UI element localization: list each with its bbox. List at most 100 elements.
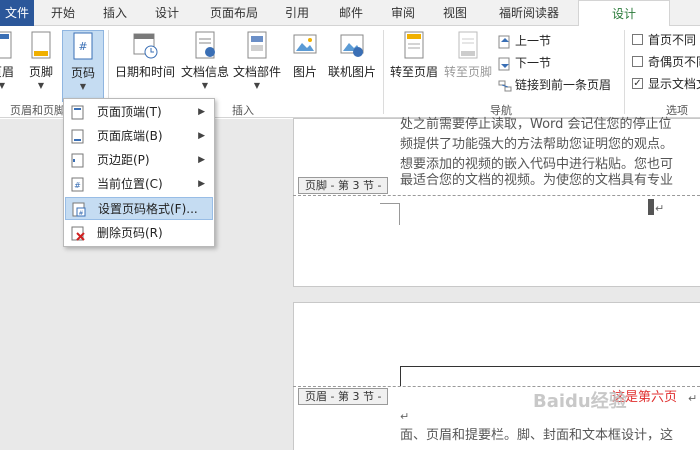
menu-item-label: 设置页码格式(F)... xyxy=(98,202,198,216)
page-number-button[interactable]: # 页码 ▼ xyxy=(62,30,104,102)
picture-icon xyxy=(293,34,317,54)
prev-section-button[interactable]: 上一节 xyxy=(498,31,551,51)
menu-item-label: 页面顶端(T) xyxy=(97,105,162,119)
calendar-clock-icon xyxy=(133,33,158,59)
menu-item-label: 页边距(P) xyxy=(97,153,150,167)
next-section-label: 下一节 xyxy=(515,56,552,70)
tab-mailings[interactable]: 邮件 xyxy=(328,0,374,26)
picture-button-label: 图片 xyxy=(292,65,317,79)
page-number-button-label: 页码 xyxy=(70,66,95,80)
tab-review[interactable]: 审阅 xyxy=(380,0,426,26)
doc-info-button-label: 文档信息 xyxy=(180,65,229,79)
page-number-icon: # xyxy=(73,32,93,60)
goto-footer-button-label: 转至页脚 xyxy=(443,65,492,79)
link-to-previous-label: 链接到前一条页眉 xyxy=(515,78,612,92)
goto-header-button-label: 转至页眉 xyxy=(389,65,438,79)
goto-header-icon xyxy=(404,31,424,59)
link-to-previous-button[interactable]: 链接到前一条页眉 xyxy=(498,75,611,95)
page-number-menu: 页面顶端(T) ▶ 页面底端(B) ▶ 页边距(P) ▶ # 当前位置(C) ▶… xyxy=(63,98,215,247)
menu-item-remove-page-numbers[interactable]: 删除页码(R) xyxy=(65,222,213,245)
doc-parts-icon xyxy=(247,31,267,59)
page-top-icon xyxy=(71,105,84,120)
menu-item-format-page-numbers[interactable]: # 设置页码格式(F)... xyxy=(65,197,213,220)
paragraph-mark-icon: ↵ xyxy=(688,392,698,405)
tab-page-layout[interactable]: 页面布局 xyxy=(196,0,272,26)
menu-item-bottom-of-page[interactable]: 页面底端(B) ▶ xyxy=(65,125,213,148)
format-page-number-icon: # xyxy=(72,202,86,217)
current-position-icon: # xyxy=(71,177,84,192)
footer-button-label: 页脚 xyxy=(28,65,53,79)
margin-corner-mark xyxy=(380,203,400,225)
show-doc-text-checkbox[interactable]: ✓ 显示文档文字 xyxy=(632,75,700,93)
tab-file[interactable]: 文件 xyxy=(0,0,34,26)
footer-boundary-line xyxy=(293,195,700,196)
header-button[interactable]: 页眉 ▼ xyxy=(0,30,18,98)
paragraph-mark-icon: ↵ xyxy=(400,410,410,423)
menu-item-top-of-page[interactable]: 页面顶端(T) ▶ xyxy=(65,101,213,124)
first-page-different-label: 首页不同 xyxy=(648,33,697,47)
chevron-right-icon: ▶ xyxy=(198,131,205,141)
link-icon xyxy=(498,80,512,91)
menu-item-label: 页面底端(B) xyxy=(97,129,163,143)
body-text-line: 频提供了功能强大的方法帮助您证明您的观点。 xyxy=(400,137,674,152)
footer-icon xyxy=(31,31,51,59)
next-section-button[interactable]: 下一节 xyxy=(498,53,551,73)
page-bottom-icon xyxy=(71,129,84,144)
chevron-down-icon: ▼ xyxy=(79,82,87,91)
tab-foxit-reader[interactable]: 福昕阅读器 xyxy=(484,0,574,26)
text-cursor xyxy=(648,199,654,215)
checkbox-box xyxy=(632,34,643,45)
show-doc-text-label: 显示文档文字 xyxy=(648,77,700,91)
chevron-right-icon: ▶ xyxy=(198,155,205,165)
prev-section-icon xyxy=(498,35,510,48)
first-page-different-checkbox[interactable]: 首页不同 xyxy=(632,31,696,49)
footer-button[interactable]: 页脚 ▼ xyxy=(24,30,58,98)
page-margin-icon xyxy=(71,153,84,168)
menu-item-page-margins[interactable]: 页边距(P) ▶ xyxy=(65,149,213,172)
tab-home[interactable]: 开始 xyxy=(40,0,86,26)
checkbox-box xyxy=(632,56,643,67)
chevron-down-icon: ▼ xyxy=(37,81,45,90)
chevron-down-icon: ▼ xyxy=(0,81,6,90)
svg-text:#: # xyxy=(78,210,83,217)
header-margin-mark xyxy=(400,366,700,386)
menu-item-label: 删除页码(R) xyxy=(97,226,163,240)
chevron-right-icon: ▶ xyxy=(198,107,205,117)
header-button-label: 页眉 xyxy=(0,65,14,79)
doc-info-button[interactable]: 文档信息 ▼ xyxy=(180,30,230,98)
tab-references[interactable]: 引用 xyxy=(274,0,320,26)
ribbon-tab-bar: 文件 开始 插入 设计 页面布局 引用 邮件 审阅 视图 福昕阅读器 设计 xyxy=(0,0,700,27)
tab-header-footer-design[interactable]: 设计 xyxy=(578,0,670,27)
date-time-button[interactable]: 日期和时间 xyxy=(112,30,178,98)
odd-even-different-label: 奇偶页不同 xyxy=(648,55,700,69)
checkmark-icon: ✓ xyxy=(632,78,643,89)
doc-parts-button-label: 文档部件 xyxy=(232,65,281,79)
group-label-header-footer: 页眉和页脚 xyxy=(10,104,65,117)
paragraph-mark-icon: ↵ xyxy=(655,202,665,215)
goto-header-button[interactable]: 转至页眉 xyxy=(388,30,440,98)
odd-even-different-checkbox[interactable]: 奇偶页不同 xyxy=(632,53,700,71)
prev-section-label: 上一节 xyxy=(515,34,552,48)
tab-insert[interactable]: 插入 xyxy=(92,0,138,26)
body-text-line: 最适合您的文档的视频。为使您的文档具有专业 xyxy=(400,173,674,188)
header-section-tag: 页眉 - 第 3 节 - xyxy=(298,388,389,405)
body-text-line: 处之前需要停止读取，Word 会记住您的停止位 xyxy=(400,117,672,132)
next-section-icon xyxy=(498,57,510,70)
online-picture-button[interactable]: 联机图片 xyxy=(326,30,378,98)
svg-text:#: # xyxy=(74,181,81,190)
menu-item-current-position[interactable]: # 当前位置(C) ▶ xyxy=(65,173,213,196)
goto-footer-icon xyxy=(458,31,478,59)
goto-footer-button[interactable]: 转至页脚 xyxy=(442,30,494,98)
picture-button[interactable]: 图片 xyxy=(288,30,322,98)
tab-design[interactable]: 设计 xyxy=(144,0,190,26)
watermark-logo: Baidu经验 xyxy=(533,391,627,412)
remove-page-number-icon xyxy=(71,226,85,241)
tab-view[interactable]: 视图 xyxy=(432,0,478,26)
footer-section-tag: 页脚 - 第 3 节 - xyxy=(298,177,389,194)
body-text-line: 面、页眉和提要栏。脚、封面和文本框设计，这 xyxy=(400,428,674,443)
doc-parts-button[interactable]: 文档部件 ▼ xyxy=(232,30,282,98)
ribbon-separator xyxy=(624,30,625,114)
online-picture-button-label: 联机图片 xyxy=(327,65,376,79)
date-time-button-label: 日期和时间 xyxy=(114,65,175,79)
svg-text:#: # xyxy=(78,40,87,53)
